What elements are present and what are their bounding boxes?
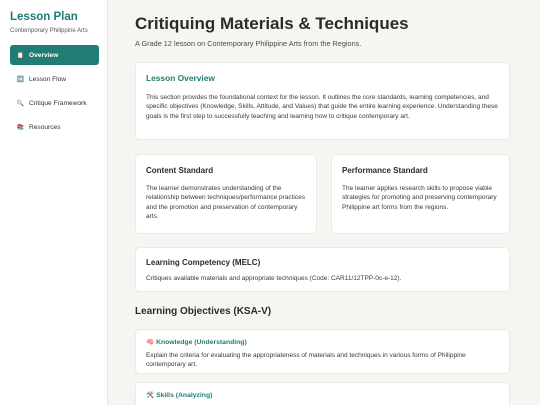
learning-competency-text: Critiques available materials and approp… — [146, 275, 402, 282]
sidebar-item-label: Overview — [29, 51, 59, 59]
sidebar-item-resources[interactable]: 📚 Resources — [10, 117, 99, 137]
sidebar-item-overview[interactable]: 📋 Overview — [10, 45, 99, 65]
page-subtitle: A Grade 12 lesson on Contemporary Philip… — [135, 39, 362, 48]
content-standard-card: Content Standard The learner demonstrate… — [135, 154, 317, 234]
sidebar-item-label: Resources — [29, 123, 61, 131]
objective-knowledge-card: 🧠 Knowledge (Understanding) Explain the c… — [135, 329, 510, 374]
objective-skills-title: 🛠️ Skills (Analyzing) — [146, 391, 499, 399]
sidebar-item-label: Critique Framework — [29, 99, 87, 107]
objective-knowledge-text: Explain the criteria for evaluating the … — [146, 352, 466, 369]
clipboard-icon: 📋 — [16, 52, 25, 59]
sidebar-item-label: Lesson Flow — [29, 75, 67, 83]
sidebar-subtitle: Contemporary Philippine Arts — [10, 28, 88, 34]
sidebar: Lesson Plan Contemporary Philippine Arts… — [0, 0, 108, 405]
content-standard-text: The learner demonstrates understanding o… — [146, 185, 305, 221]
arrow-right-icon: ➡️ — [16, 76, 25, 83]
content-standard-title: Content Standard — [146, 166, 214, 175]
sidebar-nav: 📋 Overview ➡️ Lesson Flow 🔍 Critique Fra… — [10, 45, 99, 141]
page-title: Critiquing Materials & Techniques — [135, 14, 409, 33]
performance-standard-card: Performance Standard The learner applies… — [331, 154, 510, 234]
sidebar-item-critique-framework[interactable]: 🔍 Critique Framework — [10, 93, 99, 113]
books-icon: 📚 — [16, 124, 25, 131]
lesson-overview-card: Lesson Overview This section provides th… — [135, 62, 510, 140]
performance-standard-text: The learner applies research skills to p… — [342, 185, 497, 211]
sidebar-item-lesson-flow[interactable]: ➡️ Lesson Flow — [10, 69, 99, 89]
learning-competency-title: Learning Competency (MELC) — [146, 258, 261, 267]
objectives-heading: Learning Objectives (KSA-V) — [135, 306, 272, 317]
objective-title-text: Skills (Analyzing) — [156, 392, 213, 399]
performance-standard-title: Performance Standard — [342, 166, 428, 175]
lesson-overview-text: This section provides the foundational c… — [146, 94, 498, 120]
objective-title-text: Knowledge (Understanding) — [156, 339, 247, 346]
main-content: Critiquing Materials & Techniques A Grad… — [108, 0, 540, 405]
sidebar-title: Lesson Plan — [10, 11, 78, 23]
lesson-overview-title: Lesson Overview — [146, 73, 215, 83]
objective-skills-card: 🛠️ Skills (Analyzing) — [135, 382, 510, 405]
tools-icon: 🛠️ — [146, 392, 155, 399]
objective-knowledge-title: 🧠 Knowledge (Understanding) — [146, 338, 499, 346]
magnifier-icon: 🔍 — [16, 100, 25, 107]
brain-icon: 🧠 — [146, 339, 155, 346]
learning-competency-card: Learning Competency (MELC) Critiques ava… — [135, 247, 510, 292]
